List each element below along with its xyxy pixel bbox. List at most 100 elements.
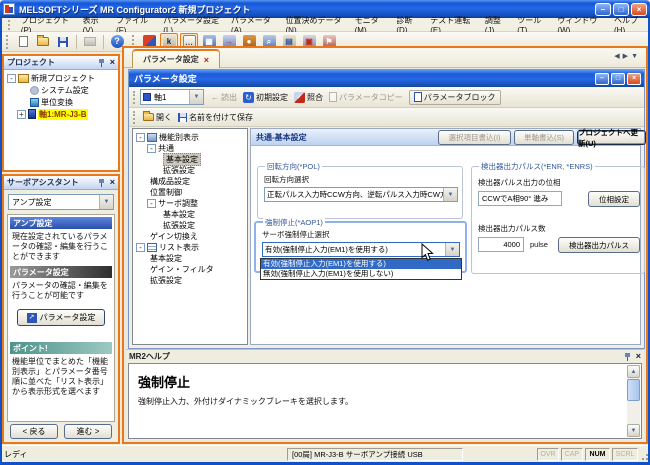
collapse-icon[interactable]: - xyxy=(136,243,145,252)
chevron-down-icon[interactable]: ▼ xyxy=(445,243,459,256)
collapse-icon[interactable]: - xyxy=(147,199,156,208)
parameter-block-button[interactable]: パラメータブロック xyxy=(409,90,501,105)
tab-scroll-controls[interactable]: ◀▶▼ xyxy=(614,52,641,60)
close-icon[interactable]: × xyxy=(627,73,641,85)
parameter-setting-label: パラメータ設定 xyxy=(40,312,96,323)
parameter-settings-panel: 共通-基本設定 選択項目書込(I) 単軸書込(S) プロジェクトへ更新(U) 回… xyxy=(250,128,641,345)
tree-item[interactable]: 拡張設定 xyxy=(133,220,247,231)
assistant-mode-select[interactable]: アンプ設定 ▼ xyxy=(8,194,114,210)
block-icon xyxy=(414,92,422,102)
back-button[interactable]: < 戻る xyxy=(10,424,58,439)
tree-item[interactable]: -サーボ調整 xyxy=(133,198,247,209)
help-panel-header[interactable]: MR2ヘルプ × xyxy=(126,349,644,362)
chevron-down-icon[interactable]: ▼ xyxy=(189,90,203,104)
pin-icon[interactable] xyxy=(98,178,106,187)
chevron-down-icon[interactable]: ▼ xyxy=(99,195,113,209)
verify-icon: ✓ xyxy=(294,92,305,103)
copy-icon xyxy=(329,92,337,102)
save-project-button[interactable] xyxy=(54,33,72,50)
tree-item[interactable]: -リスト表示 xyxy=(133,242,247,253)
tree-item[interactable]: 単位変換 xyxy=(4,96,118,108)
param-setting-header: パラメータ設定 xyxy=(10,266,112,278)
status-bar: レディ [00局] MR-J3-B サーボアンプ接続 USB OVR CAP N… xyxy=(0,445,650,462)
parameter-copy-button[interactable]: パラメータコピー xyxy=(329,92,403,103)
axis-value: 軸1 xyxy=(154,92,166,103)
minimize-icon[interactable]: – xyxy=(595,73,609,85)
open-label: 開く xyxy=(156,112,172,123)
pulse-count-input[interactable]: 4000 xyxy=(478,237,524,252)
maximize-icon[interactable]: □ xyxy=(611,73,625,85)
phase-setting-button[interactable]: 位相設定 xyxy=(588,191,640,207)
parameter-setting-window: パラメータ設定 – □ × 軸1 ▼ ← 読出 ↻ 初期設定 xyxy=(128,69,645,349)
new-project-button[interactable] xyxy=(14,33,32,50)
tree-item[interactable]: 拡張設定 xyxy=(133,275,247,286)
read-arrow-icon: ← xyxy=(211,93,219,102)
scrollbar-thumb[interactable] xyxy=(627,379,640,401)
tree-item[interactable]: 基本設定 xyxy=(133,209,247,220)
encoder-group-title: 検出器出力パルス(*ENR, *ENRS) xyxy=(479,161,595,172)
close-icon[interactable]: × xyxy=(110,178,115,187)
axis-select[interactable]: 軸1 ▼ xyxy=(140,89,204,105)
tree-item-label: サーボ調整 xyxy=(158,198,198,209)
rotation-group-title: 回転方向(*POL) xyxy=(265,161,322,172)
collapse-icon[interactable]: - xyxy=(147,144,156,153)
phase-label: 検出器パルス出力の位相 xyxy=(478,177,561,188)
tree-item-label: 構成品設定 xyxy=(150,176,190,187)
tree-item[interactable]: 構成品設定 xyxy=(133,176,247,187)
save-as-button[interactable]: 名前を付けて保存 xyxy=(178,112,253,123)
document-tab-bar: パラメータ設定 × ◀▶▼ xyxy=(124,48,646,68)
status-ovr: OVR xyxy=(537,448,559,461)
tree-item[interactable]: + 軸1:MR-J3-B xyxy=(4,108,118,120)
scroll-down-icon[interactable]: ▼ xyxy=(627,424,640,437)
open-project-button[interactable] xyxy=(34,33,52,50)
tree-item[interactable]: ゲイン切換え xyxy=(133,231,247,242)
servo-assistant-panel: サーボアシスタント × アンプ設定 ▼ アンプ設定 現在設定されているパラメータ… xyxy=(2,174,120,444)
assistant-panel-header[interactable]: サーボアシスタント × xyxy=(4,176,118,190)
tree-item-label: 拡張設定 xyxy=(163,220,195,231)
collapse-icon[interactable]: - xyxy=(7,74,16,83)
pin-icon[interactable] xyxy=(624,352,632,361)
tree-item[interactable]: 拡張設定 xyxy=(133,165,247,176)
parameter-setting-button[interactable]: ↗ パラメータ設定 xyxy=(17,309,105,326)
app-icon xyxy=(3,3,15,15)
scroll-up-icon[interactable]: ▲ xyxy=(627,365,640,378)
help-heading: 強制停止 xyxy=(138,372,190,391)
dropdown-option[interactable]: 無効(強制停止入力(EM1)を使用しない) xyxy=(261,269,461,279)
rotation-direction-select[interactable]: 正転パルス入力時CCW方向、逆転パルス入力時CW方向 ▼ xyxy=(264,187,458,202)
project-panel-header[interactable]: プロジェクト × xyxy=(4,56,118,70)
help-scrollbar[interactable]: ▲ ▼ xyxy=(627,365,640,437)
tree-item[interactable]: 位置制御 xyxy=(133,187,247,198)
collapse-icon[interactable]: - xyxy=(136,133,145,142)
encoder-output-pulse-button[interactable]: 検出器出力パルス xyxy=(558,237,640,253)
tree-item[interactable]: 基本設定 xyxy=(133,253,247,264)
write-selected-button[interactable]: 選択項目書込(I) xyxy=(438,130,511,145)
update-project-button[interactable]: プロジェクトへ更新(U) xyxy=(577,130,646,145)
tree-item[interactable]: - 機能別表示 xyxy=(133,132,247,143)
connection-status: [00局] MR-J3-B サーボアンプ接続 USB xyxy=(287,448,463,461)
print-button[interactable] xyxy=(81,33,99,50)
close-icon[interactable]: × xyxy=(636,352,641,361)
tab-menu-icon[interactable]: ▼ xyxy=(631,53,641,60)
expand-icon[interactable]: + xyxy=(17,110,26,119)
function-view-icon xyxy=(147,133,157,142)
scroll-right-icon[interactable]: ▶ xyxy=(623,53,631,60)
status-scrl: SCRL xyxy=(612,448,638,461)
tab-parameter-setting[interactable]: パラメータ設定 × xyxy=(132,49,220,68)
tree-item[interactable]: 基本設定 xyxy=(133,154,247,165)
write-axis-button[interactable]: 単軸書込(S) xyxy=(514,130,574,145)
pin-icon[interactable] xyxy=(98,58,106,67)
open-button[interactable]: 開く xyxy=(143,112,172,123)
verify-button[interactable]: ✓ 照合 xyxy=(294,92,323,103)
tab-close-icon[interactable]: × xyxy=(204,55,209,65)
tree-item[interactable]: - 新規プロジェクト xyxy=(4,72,118,84)
chevron-down-icon[interactable]: ▼ xyxy=(443,188,457,201)
tree-item-label: 基本設定 xyxy=(163,209,195,220)
next-button[interactable]: 進む > xyxy=(64,424,112,439)
default-setting-button[interactable]: ↻ 初期設定 xyxy=(243,92,288,103)
tree-item-label: 機能別表示 xyxy=(159,132,199,143)
tree-item[interactable]: システム設定 xyxy=(4,84,118,96)
tree-item[interactable]: ゲイン・フィルタ xyxy=(133,264,247,275)
scroll-left-icon[interactable]: ◀ xyxy=(614,53,622,60)
read-button[interactable]: ← 読出 xyxy=(211,92,237,103)
close-icon[interactable]: × xyxy=(110,58,115,67)
